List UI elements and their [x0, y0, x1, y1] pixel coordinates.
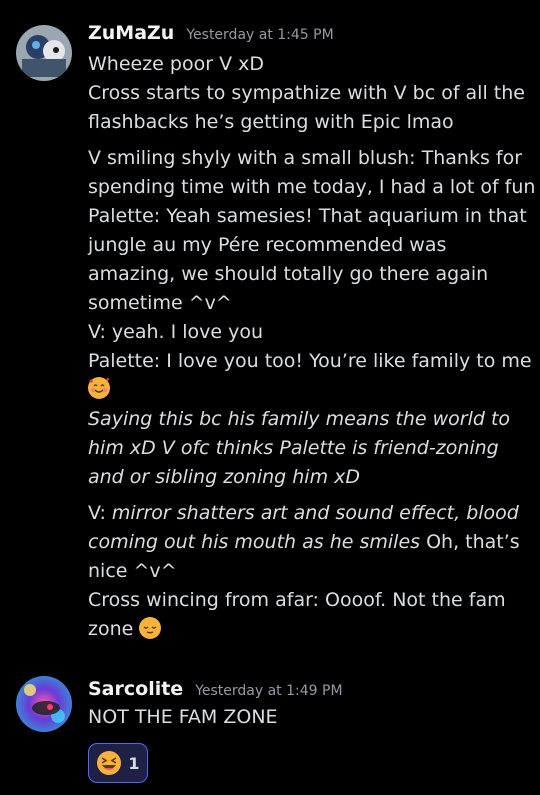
message-line: Saying this bc his family means the worl… [88, 408, 511, 430]
smiling-face-with-hearts-icon [88, 377, 110, 399]
emoji-line [88, 375, 526, 404]
message-text: Oh, that’s [420, 531, 520, 553]
message-line: NOT THE FAM ZONE [88, 706, 278, 728]
message-line: spending time with me today, I had a lot… [88, 176, 536, 198]
message-text: zone [88, 618, 134, 640]
message-header: ZuMaZu Yesterday at 1:45 PM [88, 22, 334, 44]
reaction-count: 1 [128, 753, 140, 773]
username[interactable]: Sarcolite [88, 678, 183, 700]
message-line: V: yeah. I love you [88, 321, 264, 343]
message-line: Cross wincing from afar: Oooof. Not the … [88, 589, 506, 611]
message-line: nice ^v^ [88, 560, 177, 582]
message-header: Sarcolite Yesterday at 1:49 PM [88, 678, 343, 700]
timestamp[interactable]: Yesterday at 1:45 PM [186, 27, 333, 43]
message-line: and or sibling zoning him xD [88, 466, 361, 488]
message-line: V: mirror shatters art and sound effect,… [88, 499, 526, 528]
message-line: amazing, we should totally go there agai… [88, 263, 489, 285]
message-line: Palette: Yeah samesies! That aquarium in… [88, 205, 527, 227]
message-text-italic: mirror shatters art and sound effect, bl… [111, 502, 519, 524]
message-line: V smiling shyly with a small blush: Than… [88, 147, 523, 169]
message-line: Wheeze poor V xD [88, 53, 264, 75]
message-line: Palette: I love you too! You’re like fam… [88, 350, 532, 372]
reaction-button[interactable]: 1 [88, 743, 148, 783]
message-line: Cross starts to sympathize with V bc of … [88, 82, 525, 104]
message-text: V: [88, 502, 112, 524]
laughing-face-icon [96, 750, 122, 776]
avatar[interactable] [16, 25, 72, 81]
message-text-italic: coming out his mouth as he smiles [88, 531, 421, 553]
relieved-face-icon [139, 617, 162, 639]
username[interactable]: ZuMaZu [88, 22, 174, 44]
message-line: zone [88, 615, 526, 644]
message-line: jungle au my Pére recommended was [88, 234, 447, 256]
avatar-zumazu-icon [16, 25, 72, 81]
message-line: coming out his mouth as he smiles Oh, th… [88, 528, 526, 557]
message-line: sometime ^v^ [88, 292, 232, 314]
avatar-sarcolite-icon [16, 676, 72, 732]
message-line: him xD V ofc thinks Palette is friend-zo… [88, 437, 499, 459]
timestamp[interactable]: Yesterday at 1:49 PM [195, 683, 342, 699]
avatar[interactable] [16, 676, 72, 732]
message-line: flashbacks he’s getting with Epic lmao [88, 111, 454, 133]
